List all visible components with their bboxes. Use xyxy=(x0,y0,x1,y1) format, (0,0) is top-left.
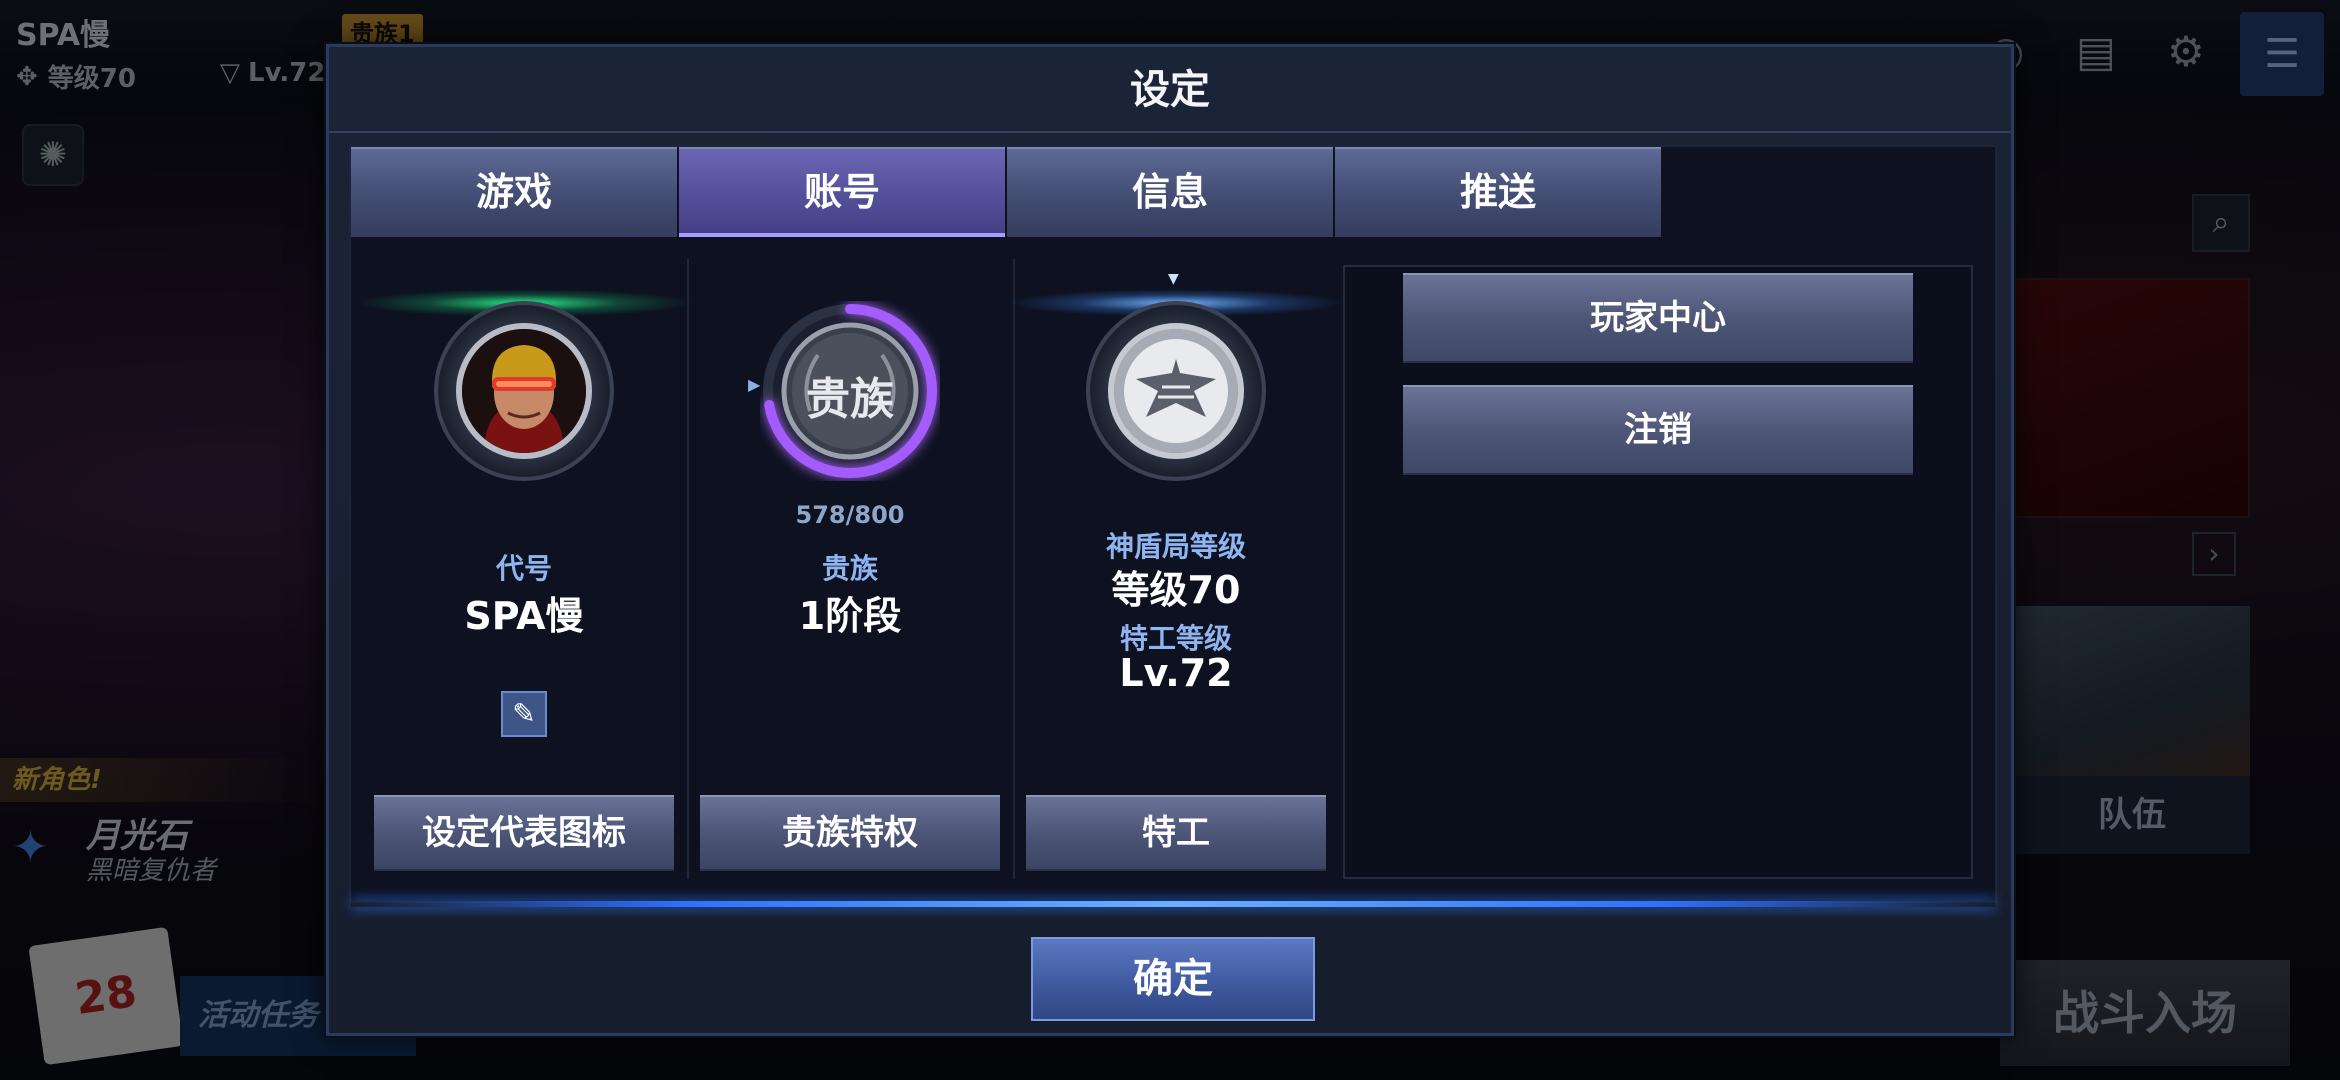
set-representative-icon-button[interactable]: 设定代表图标 xyxy=(374,795,674,871)
player-center-button[interactable]: 玩家中心 xyxy=(1403,273,1913,363)
nobility-badge-wrap: 贵族 ▶ xyxy=(748,301,940,481)
column-divider xyxy=(687,259,689,879)
account-actions-panel: 玩家中心 注销 xyxy=(1343,265,1973,879)
column-divider xyxy=(1013,259,1015,879)
dialog-title: 设定 xyxy=(329,47,2011,133)
tab-info[interactable]: 信息 xyxy=(1007,147,1333,237)
shield-emblem xyxy=(1108,323,1244,459)
codename-value: SPA慢 xyxy=(464,594,584,638)
tab-push[interactable]: 推送 xyxy=(1335,147,1661,237)
avatar-wrap xyxy=(354,289,694,481)
codename-label: 代号 xyxy=(495,552,552,585)
edit-icon[interactable]: ✎ xyxy=(501,691,547,737)
settings-tabs: 游戏 账号 信息 推送 xyxy=(351,147,1661,237)
shield-eagle-icon xyxy=(1114,329,1238,453)
settings-dialog: 设定 游戏 账号 信息 推送 代号 SPA慢 ✎ 设定代表图标 贵族 ▶ 578… xyxy=(326,44,2014,1036)
tab-game[interactable]: 游戏 xyxy=(351,147,677,237)
codename-column: 代号 SPA慢 ✎ 设定代表图标 xyxy=(354,259,694,879)
confirm-button[interactable]: 确定 xyxy=(1031,937,1315,1021)
agent-level-value: Lv.72 xyxy=(1119,651,1233,695)
logout-button[interactable]: 注销 xyxy=(1403,385,1913,475)
chevron-down-icon: ▼ xyxy=(1168,271,1179,287)
nobility-column: 贵族 ▶ 578/800 贵族 1阶段 贵族特权 xyxy=(697,259,1003,879)
nobility-progress: 578/800 xyxy=(795,501,905,529)
cyclops-portrait-icon xyxy=(462,329,586,453)
play-marker-icon: ▶ xyxy=(748,375,761,394)
nobility-privileges-button[interactable]: 贵族特权 xyxy=(700,795,1000,871)
nobility-badge-text: 贵族 xyxy=(806,374,894,425)
nobility-value: 1阶段 xyxy=(798,594,902,638)
shield-badge-wrap: ▼ xyxy=(1006,271,1346,481)
shield-column: ▼ 神盾局等级 等级70 特工等级 Lv.72 特工 xyxy=(1006,259,1346,879)
settings-panel: 游戏 账号 信息 推送 代号 SPA慢 ✎ 设定代表图标 贵族 ▶ 578/80… xyxy=(349,145,1997,907)
tab-account[interactable]: 账号 xyxy=(679,147,1005,237)
nobility-label: 贵族 xyxy=(821,552,878,585)
avatar[interactable] xyxy=(456,323,592,459)
shield-level-value: 等级70 xyxy=(1111,568,1241,612)
agent-button[interactable]: 特工 xyxy=(1026,795,1326,871)
